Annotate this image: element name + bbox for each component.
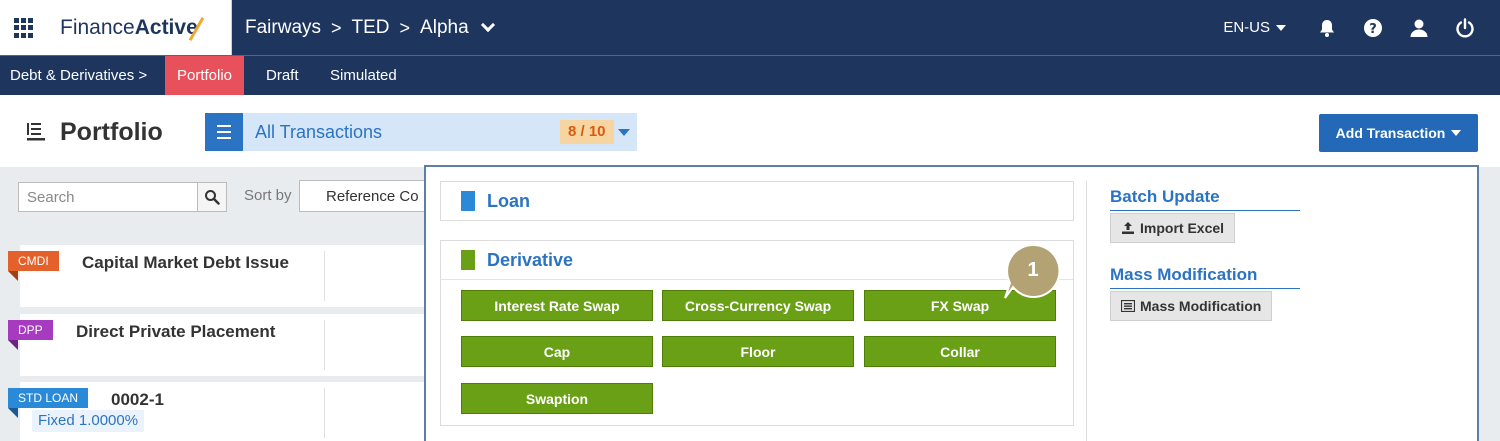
caret-down-icon [1451, 130, 1462, 136]
loan-section-title: Loan [487, 190, 530, 211]
breadcrumb-separator: > [399, 17, 411, 38]
panel-divider [1086, 181, 1087, 441]
app-grid-icon[interactable] [14, 18, 34, 38]
tag-fold [8, 271, 18, 281]
breadcrumb-item-fairways[interactable]: Fairways [245, 17, 321, 39]
user-icon[interactable] [1408, 17, 1430, 39]
transaction-type-tag: CMDI [8, 251, 59, 271]
add-transaction-dropdown: Loan Derivative Interest Rate Swap Cross… [424, 165, 1479, 441]
logo[interactable]: FinanceActive [60, 16, 198, 40]
nav-debt-derivatives[interactable]: Debt & Derivatives > [10, 56, 147, 95]
sort-by-select[interactable]: Reference Co [299, 180, 439, 212]
derivative-section: Derivative Interest Rate Swap Cross-Curr… [440, 240, 1074, 426]
tag-fold [8, 408, 18, 418]
derivative-section-title: Derivative [487, 249, 574, 270]
derivative-section-header: Derivative [441, 241, 1073, 279]
import-excel-button[interactable]: Import Excel [1110, 213, 1236, 243]
list-icon [1121, 300, 1135, 312]
logo-text-light: Finance [60, 16, 135, 39]
loan-section: Loan [440, 181, 1074, 221]
caret-down-icon[interactable] [618, 129, 630, 136]
loan-color-marker [461, 191, 475, 211]
chevron-down-icon[interactable] [480, 17, 495, 33]
cap-button[interactable]: Cap [461, 336, 653, 367]
breadcrumb-separator: > [331, 17, 342, 38]
cross-currency-swap-button[interactable]: Cross-Currency Swap [662, 290, 854, 321]
upload-icon [1122, 222, 1134, 234]
transaction-title: Direct Private Placement [76, 322, 276, 341]
batch-update-title: Batch Update [1110, 187, 1300, 211]
collar-button[interactable]: Collar [864, 336, 1056, 367]
hamburger-menu-icon[interactable] [205, 113, 243, 151]
top-right-controls: EN-US ? [1223, 0, 1500, 55]
power-icon[interactable] [1454, 17, 1476, 39]
transaction-card-std-loan[interactable]: STD LOAN 0002-1 Fixed 1.0000% [8, 382, 440, 441]
top-bar: FinanceActive Fairways > TED > Alpha EN-… [0, 0, 1500, 55]
nav-tab-draft[interactable]: Draft [266, 56, 299, 95]
transaction-type-tag: STD LOAN [8, 388, 89, 408]
logo-text-bold: Active [134, 16, 198, 39]
svg-text:?: ? [1369, 22, 1377, 37]
transaction-card-dpp[interactable]: DPP Direct Private Placement [8, 314, 440, 376]
card-divider [324, 320, 325, 370]
loan-section-header[interactable]: Loan [441, 182, 1073, 220]
search-input[interactable] [18, 182, 198, 212]
callout-number: 1 [1027, 259, 1039, 281]
search-button[interactable] [197, 182, 227, 212]
page-title: Portfolio [60, 118, 163, 146]
derivative-color-marker [461, 250, 475, 270]
import-excel-label: Import Excel [1140, 220, 1225, 236]
mass-modification-title: Mass Modification [1110, 265, 1300, 289]
breadcrumb: Fairways > TED > Alpha [245, 17, 495, 39]
mass-modification-button[interactable]: Mass Modification [1110, 291, 1273, 321]
bell-icon[interactable] [1316, 17, 1338, 39]
swaption-button[interactable]: Swaption [461, 383, 653, 414]
language-selector[interactable]: EN-US [1223, 19, 1286, 36]
sort-by-label: Sort by [244, 187, 292, 204]
nav-tab-simulated[interactable]: Simulated [330, 56, 397, 95]
filter-label: All Transactions [255, 122, 383, 142]
card-divider [324, 251, 325, 301]
mass-modification-label: Mass Modification [1140, 298, 1262, 314]
transaction-type-tag: DPP [8, 320, 53, 340]
search-icon [205, 190, 220, 205]
add-transaction-label: Add Transaction [1335, 125, 1446, 141]
floor-button[interactable]: Floor [662, 336, 854, 367]
brand-area: FinanceActive [0, 0, 232, 55]
transaction-title: 0002-1 [111, 390, 164, 409]
page-header: Portfolio All Transactions 8 / 10 Add Tr… [0, 95, 1500, 167]
sub-navigation: Debt & Derivatives > Portfolio Draft Sim… [0, 55, 1500, 95]
filter-count-badge: 8 / 10 [560, 120, 614, 144]
transaction-title: Capital Market Debt Issue [82, 253, 289, 272]
add-transaction-button[interactable]: Add Transaction [1319, 114, 1478, 152]
section-divider [441, 279, 1073, 280]
language-label: EN-US [1223, 19, 1270, 36]
interest-rate-swap-button[interactable]: Interest Rate Swap [461, 290, 653, 321]
nav-tab-portfolio[interactable]: Portfolio [165, 56, 245, 95]
help-icon[interactable]: ? [1362, 17, 1384, 39]
breadcrumb-item-ted[interactable]: TED [352, 17, 390, 39]
caret-down-icon [1276, 24, 1286, 31]
portfolio-list-icon [25, 121, 47, 143]
rate-chip: Fixed 1.0000% [32, 410, 145, 432]
transaction-card-cmdi[interactable]: CMDI Capital Market Debt Issue [8, 245, 440, 307]
card-divider [324, 388, 325, 438]
breadcrumb-item-alpha[interactable]: Alpha [420, 17, 469, 39]
tag-fold [8, 340, 18, 350]
transaction-filter[interactable]: All Transactions 8 / 10 [205, 113, 637, 151]
